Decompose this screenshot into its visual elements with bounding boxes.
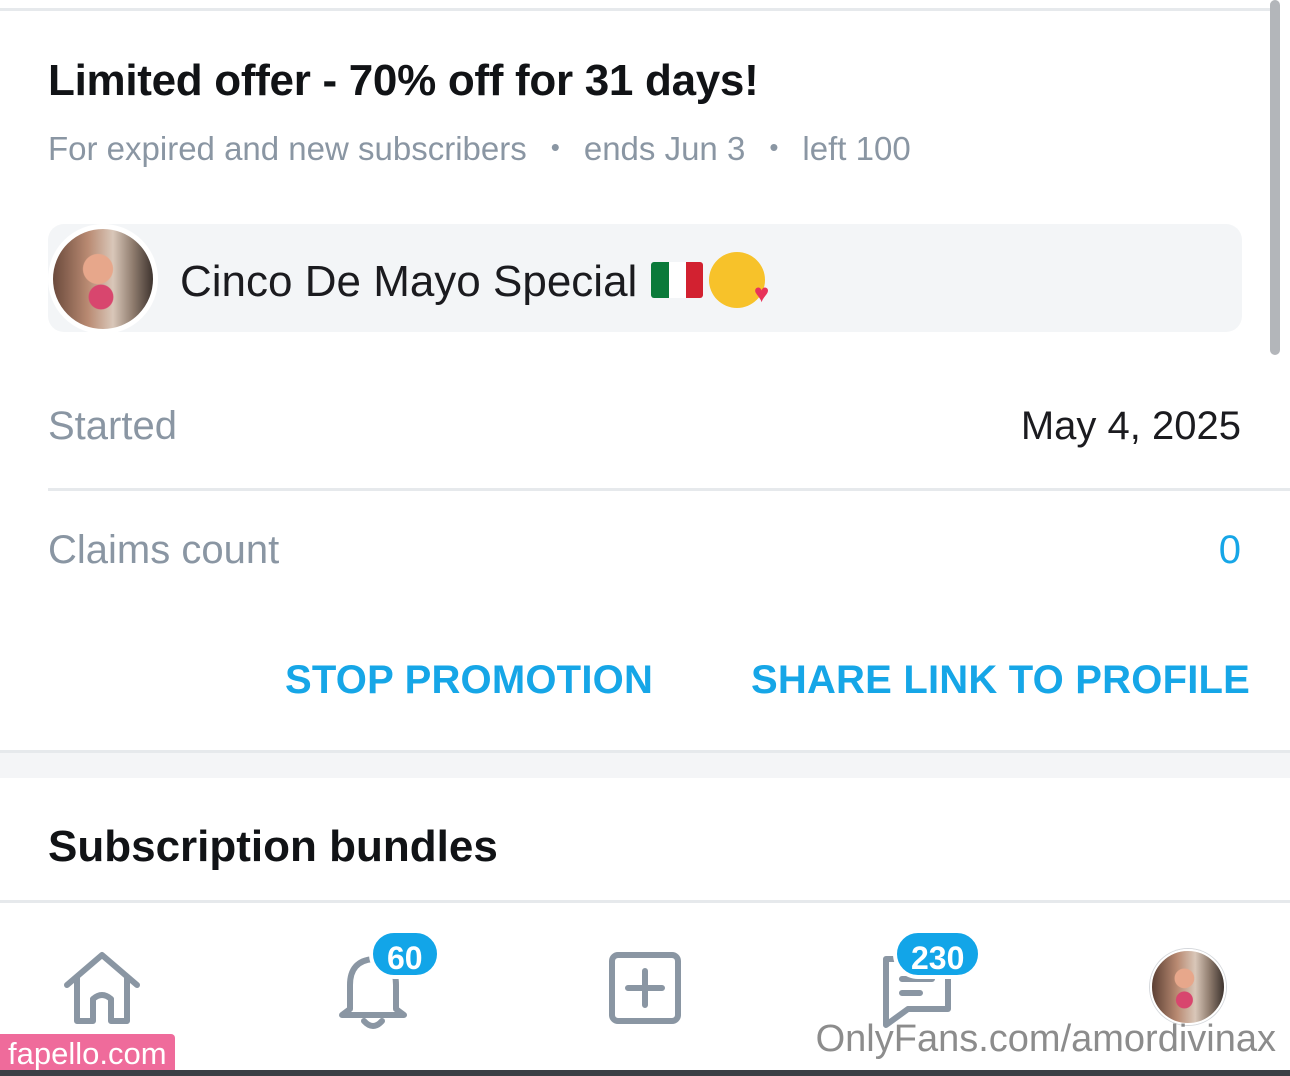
offer-title: Limited offer - 70% off for 31 days! (48, 56, 759, 105)
creator-avatar (48, 224, 158, 334)
watermark-onlyfans: OnlyFans.com/amordivinax (815, 1018, 1276, 1060)
offer-ends: ends Jun 3 (583, 130, 746, 167)
kiss-emoji-icon (709, 252, 769, 308)
home-icon (64, 952, 140, 1024)
subscription-bundles-heading: Subscription bundles (48, 822, 498, 871)
watermark-fapello: fapello.com (0, 1034, 175, 1074)
top-divider (0, 8, 1270, 11)
nav-profile-avatar[interactable] (1150, 949, 1226, 1025)
claims-value[interactable]: 0 (1219, 528, 1241, 573)
offer-left: left 100 (802, 130, 911, 167)
offer-audience: For expired and new subscribers (48, 130, 527, 167)
claims-label: Claims count (48, 528, 280, 572)
started-value: May 4, 2025 (1020, 404, 1241, 448)
started-label: Started (48, 404, 177, 448)
add-post-icon (609, 952, 681, 1024)
row-divider (48, 488, 1290, 491)
section-gap (0, 753, 1290, 778)
nav-new-post[interactable] (600, 943, 690, 1033)
promotion-page: Limited offer - 70% off for 31 days! For… (0, 0, 1290, 1076)
promo-message: Cinco De Mayo Special (180, 252, 769, 308)
nav-home[interactable] (57, 943, 147, 1033)
mexico-flag-icon (651, 262, 704, 298)
notifications-badge: 60 (369, 929, 441, 979)
separator-dot: • (769, 132, 779, 162)
promo-message-card[interactable]: Cinco De Mayo Special (48, 224, 1242, 334)
scrollbar[interactable] (1270, 0, 1280, 355)
bottom-edge-bar (0, 1070, 1290, 1076)
separator-dot: • (550, 132, 560, 162)
promo-name: Cinco De Mayo Special (180, 257, 638, 306)
offer-meta: For expired and new subscribers • ends Jun… (48, 130, 911, 168)
stop-promotion-button[interactable]: STOP PROMOTION (285, 658, 653, 703)
share-link-button[interactable]: SHARE LINK TO PROFILE (751, 658, 1250, 703)
messages-badge: 230 (893, 929, 983, 979)
